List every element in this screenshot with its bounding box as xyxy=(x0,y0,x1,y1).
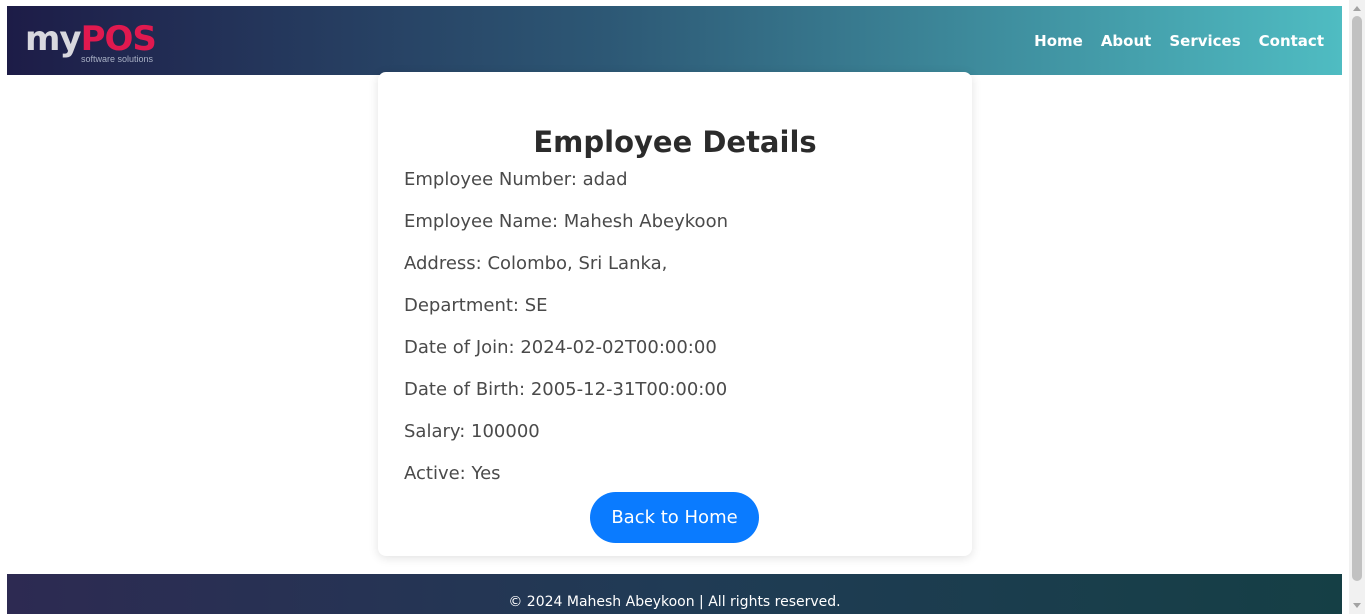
detail-address: Address: Colombo, Sri Lanka, xyxy=(404,253,668,274)
detail-department: Department: SE xyxy=(404,295,548,316)
nav-link-services[interactable]: Services xyxy=(1169,32,1240,50)
nav-link-about[interactable]: About xyxy=(1101,32,1152,50)
detail-employee-number: Employee Number: adad xyxy=(404,169,628,190)
vertical-scrollbar[interactable] xyxy=(1349,0,1365,614)
page-footer: © 2024 Mahesh Abeykoon | All rights rese… xyxy=(7,574,1342,614)
detail-salary: Salary: 100000 xyxy=(404,421,540,442)
top-navbar: myPOS software solutions Home About Serv… xyxy=(7,6,1342,75)
mypos-logo[interactable]: myPOS software solutions xyxy=(25,16,165,66)
logo-tagline: software solutions xyxy=(81,53,154,64)
scrollbar-thumb[interactable] xyxy=(1352,16,1362,581)
page-title: Employee Details xyxy=(533,125,817,159)
details-list: Employee Number: adad Employee Name: Mah… xyxy=(404,168,946,504)
detail-employee-name: Employee Name: Mahesh Abeykoon xyxy=(404,211,728,232)
employee-details-card: Employee Details Employee Number: adad E… xyxy=(378,72,972,556)
nav-links: Home About Services Contact xyxy=(1034,32,1324,50)
back-to-home-button[interactable]: Back to Home xyxy=(590,492,759,543)
logo-my: my xyxy=(25,18,82,59)
nav-link-contact[interactable]: Contact xyxy=(1259,32,1324,50)
nav-link-home[interactable]: Home xyxy=(1034,32,1083,50)
logo-pos: POS xyxy=(80,18,157,59)
scroll-up-arrow-icon[interactable] xyxy=(1353,6,1361,11)
scroll-down-arrow-icon[interactable] xyxy=(1353,603,1361,608)
footer-copyright: © 2024 Mahesh Abeykoon | All rights rese… xyxy=(508,594,841,610)
detail-date-of-join: Date of Join: 2024-02-02T00:00:00 xyxy=(404,337,717,358)
detail-date-of-birth: Date of Birth: 2005-12-31T00:00:00 xyxy=(404,379,728,400)
logo-wordmark: myPOS xyxy=(25,18,157,59)
